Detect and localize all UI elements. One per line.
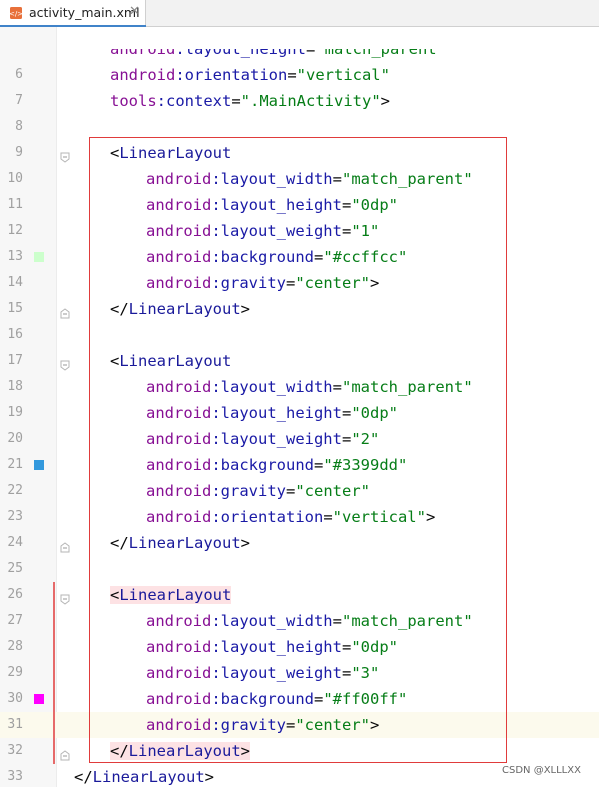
line-number: 21	[7, 457, 23, 472]
line-number: 10	[7, 171, 23, 186]
close-icon[interactable]: ✕	[129, 4, 140, 19]
line-number: 16	[7, 327, 23, 342]
fold-close-icon[interactable]	[60, 538, 70, 553]
line-number: 6	[15, 67, 23, 82]
fold-open-icon[interactable]	[60, 590, 70, 605]
tab-label: activity_main.xml	[29, 5, 140, 20]
line-number: 11	[7, 197, 23, 212]
code-token: </	[74, 768, 93, 786]
watermark: CSDN @XLLLXX	[502, 765, 581, 776]
code-token: :orientation	[175, 66, 288, 84]
line-number: 17	[7, 353, 23, 368]
line-number: 15	[7, 301, 23, 316]
code-token: tools	[110, 92, 157, 110]
line-number: 8	[15, 119, 23, 134]
code-token: >	[204, 768, 214, 786]
xml-file-icon: </>	[9, 7, 23, 19]
code-text: android:orientation="vertical"	[110, 62, 390, 88]
code-token: LinearLayout	[92, 768, 205, 786]
line-number: 7	[15, 93, 23, 108]
code-text: tools:context=".MainActivity">	[110, 88, 390, 114]
fold-close-icon[interactable]	[60, 746, 70, 761]
line-number: 13	[7, 249, 23, 264]
color-preview-icon[interactable]	[34, 694, 44, 704]
code-line[interactable]: 6 android:orientation="vertical"	[0, 62, 599, 88]
line-number: 32	[7, 743, 23, 758]
line-number: 12	[7, 223, 23, 238]
code-token: android	[110, 66, 176, 84]
code-token: "vertical"	[296, 66, 390, 84]
annotation-box	[89, 137, 507, 763]
line-number: 30	[7, 691, 23, 706]
line-number: 27	[7, 613, 23, 628]
code-token: :context	[156, 92, 232, 110]
code-line[interactable]: 7 tools:context=".MainActivity">	[0, 88, 599, 114]
code-token: =	[287, 66, 297, 84]
line-number: 23	[7, 509, 23, 524]
line-number: 24	[7, 535, 23, 550]
line-number: 22	[7, 483, 23, 498]
line-number: 26	[7, 587, 23, 602]
svg-text:</>: </>	[9, 10, 23, 18]
fold-open-icon[interactable]	[60, 356, 70, 371]
line-number: 14	[7, 275, 23, 290]
line-number: 9	[15, 145, 23, 160]
code-text: </LinearLayout>	[74, 764, 214, 790]
vcs-change-marker[interactable]	[53, 582, 55, 764]
tab-activity-main[interactable]: </> activity_main.xml ✕	[0, 0, 146, 28]
line-number: 19	[7, 405, 23, 420]
line-number: 20	[7, 431, 23, 446]
code-token: =	[231, 92, 241, 110]
fold-close-icon[interactable]	[60, 304, 70, 319]
line-number: 31	[7, 717, 23, 732]
color-preview-icon[interactable]	[34, 460, 44, 470]
fold-open-icon[interactable]	[60, 148, 70, 163]
line-number: 28	[7, 639, 23, 654]
line-number: 18	[7, 379, 23, 394]
code-token: >	[380, 92, 390, 110]
line-number: 25	[7, 561, 23, 576]
line-number: 33	[7, 769, 23, 784]
editor-tab-bar: </> activity_main.xml ✕	[0, 0, 599, 28]
code-token: ".MainActivity"	[240, 92, 381, 110]
line-number: 29	[7, 665, 23, 680]
color-preview-icon[interactable]	[34, 252, 44, 262]
